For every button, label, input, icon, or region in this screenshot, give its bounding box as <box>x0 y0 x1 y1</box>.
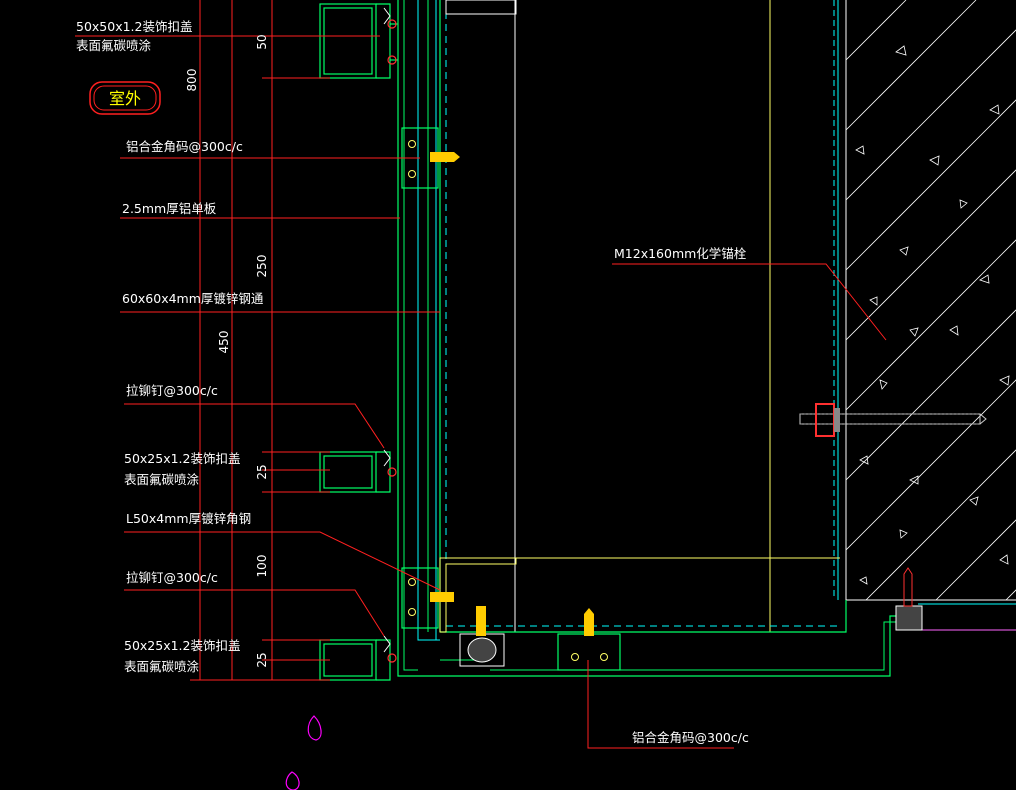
room-tag-label: 室外 <box>109 89 141 108</box>
cad-detail-drawing: 室外 50x50x1.2装饰扣盖 表面氟碳喷涂 铝合金角码@300c/c 2.5… <box>75 0 1016 790</box>
label-chemical-anchor: M12x160mm化学锚栓 <box>614 246 747 261</box>
dim-450: 450 <box>217 331 231 354</box>
label-aluminium-panel: 2.5mm厚铝单板 <box>122 201 217 216</box>
label-rivet-2: 拉铆钉@300c/c <box>126 570 218 585</box>
label-cover-mid-line2: 表面氟碳喷涂 <box>124 472 200 487</box>
wall-aggregate <box>855 45 1010 585</box>
floor-slab <box>846 599 1016 631</box>
frame-lines <box>397 0 919 677</box>
level-markers <box>285 715 322 790</box>
wall-hatch <box>846 0 1016 600</box>
label-cover-bottom-line1: 50x25x1.2装饰扣盖 <box>124 638 241 653</box>
label-cover-top-line1: 50x50x1.2装饰扣盖 <box>76 19 193 34</box>
label-cover-bottom-line2: 表面氟碳喷涂 <box>124 659 200 674</box>
decorative-cover-top <box>319 3 398 79</box>
decorative-cover-mid <box>319 451 391 493</box>
label-angle-code-bottom: 铝合金角码@300c/c <box>632 730 749 745</box>
label-steel-tube: 60x60x4mm厚镀锌钢通 <box>122 291 264 306</box>
dim-250: 250 <box>255 255 269 278</box>
aluminium-angle-code-bottom <box>557 608 621 671</box>
chemical-anchor-bolt <box>799 403 987 437</box>
label-rivet-1: 拉铆钉@300c/c <box>126 383 218 398</box>
dim-50: 50 <box>255 34 269 49</box>
dim-25-lower: 25 <box>255 652 269 667</box>
sealant-joints <box>459 567 923 667</box>
label-angle-code-top: 铝合金角码@300c/c <box>126 139 243 154</box>
label-steel-angle: L50x4mm厚镀锌角钢 <box>126 511 251 526</box>
label-cover-top-line2: 表面氟碳喷涂 <box>76 38 152 53</box>
dim-100: 100 <box>255 555 269 578</box>
label-cover-mid-line1: 50x25x1.2装饰扣盖 <box>124 451 241 466</box>
concrete-wall <box>845 0 1016 600</box>
dim-800: 800 <box>185 69 199 92</box>
room-tag: 室外 <box>89 81 161 115</box>
decorative-cover-bottom <box>319 639 391 681</box>
dim-25-upper: 25 <box>255 464 269 479</box>
